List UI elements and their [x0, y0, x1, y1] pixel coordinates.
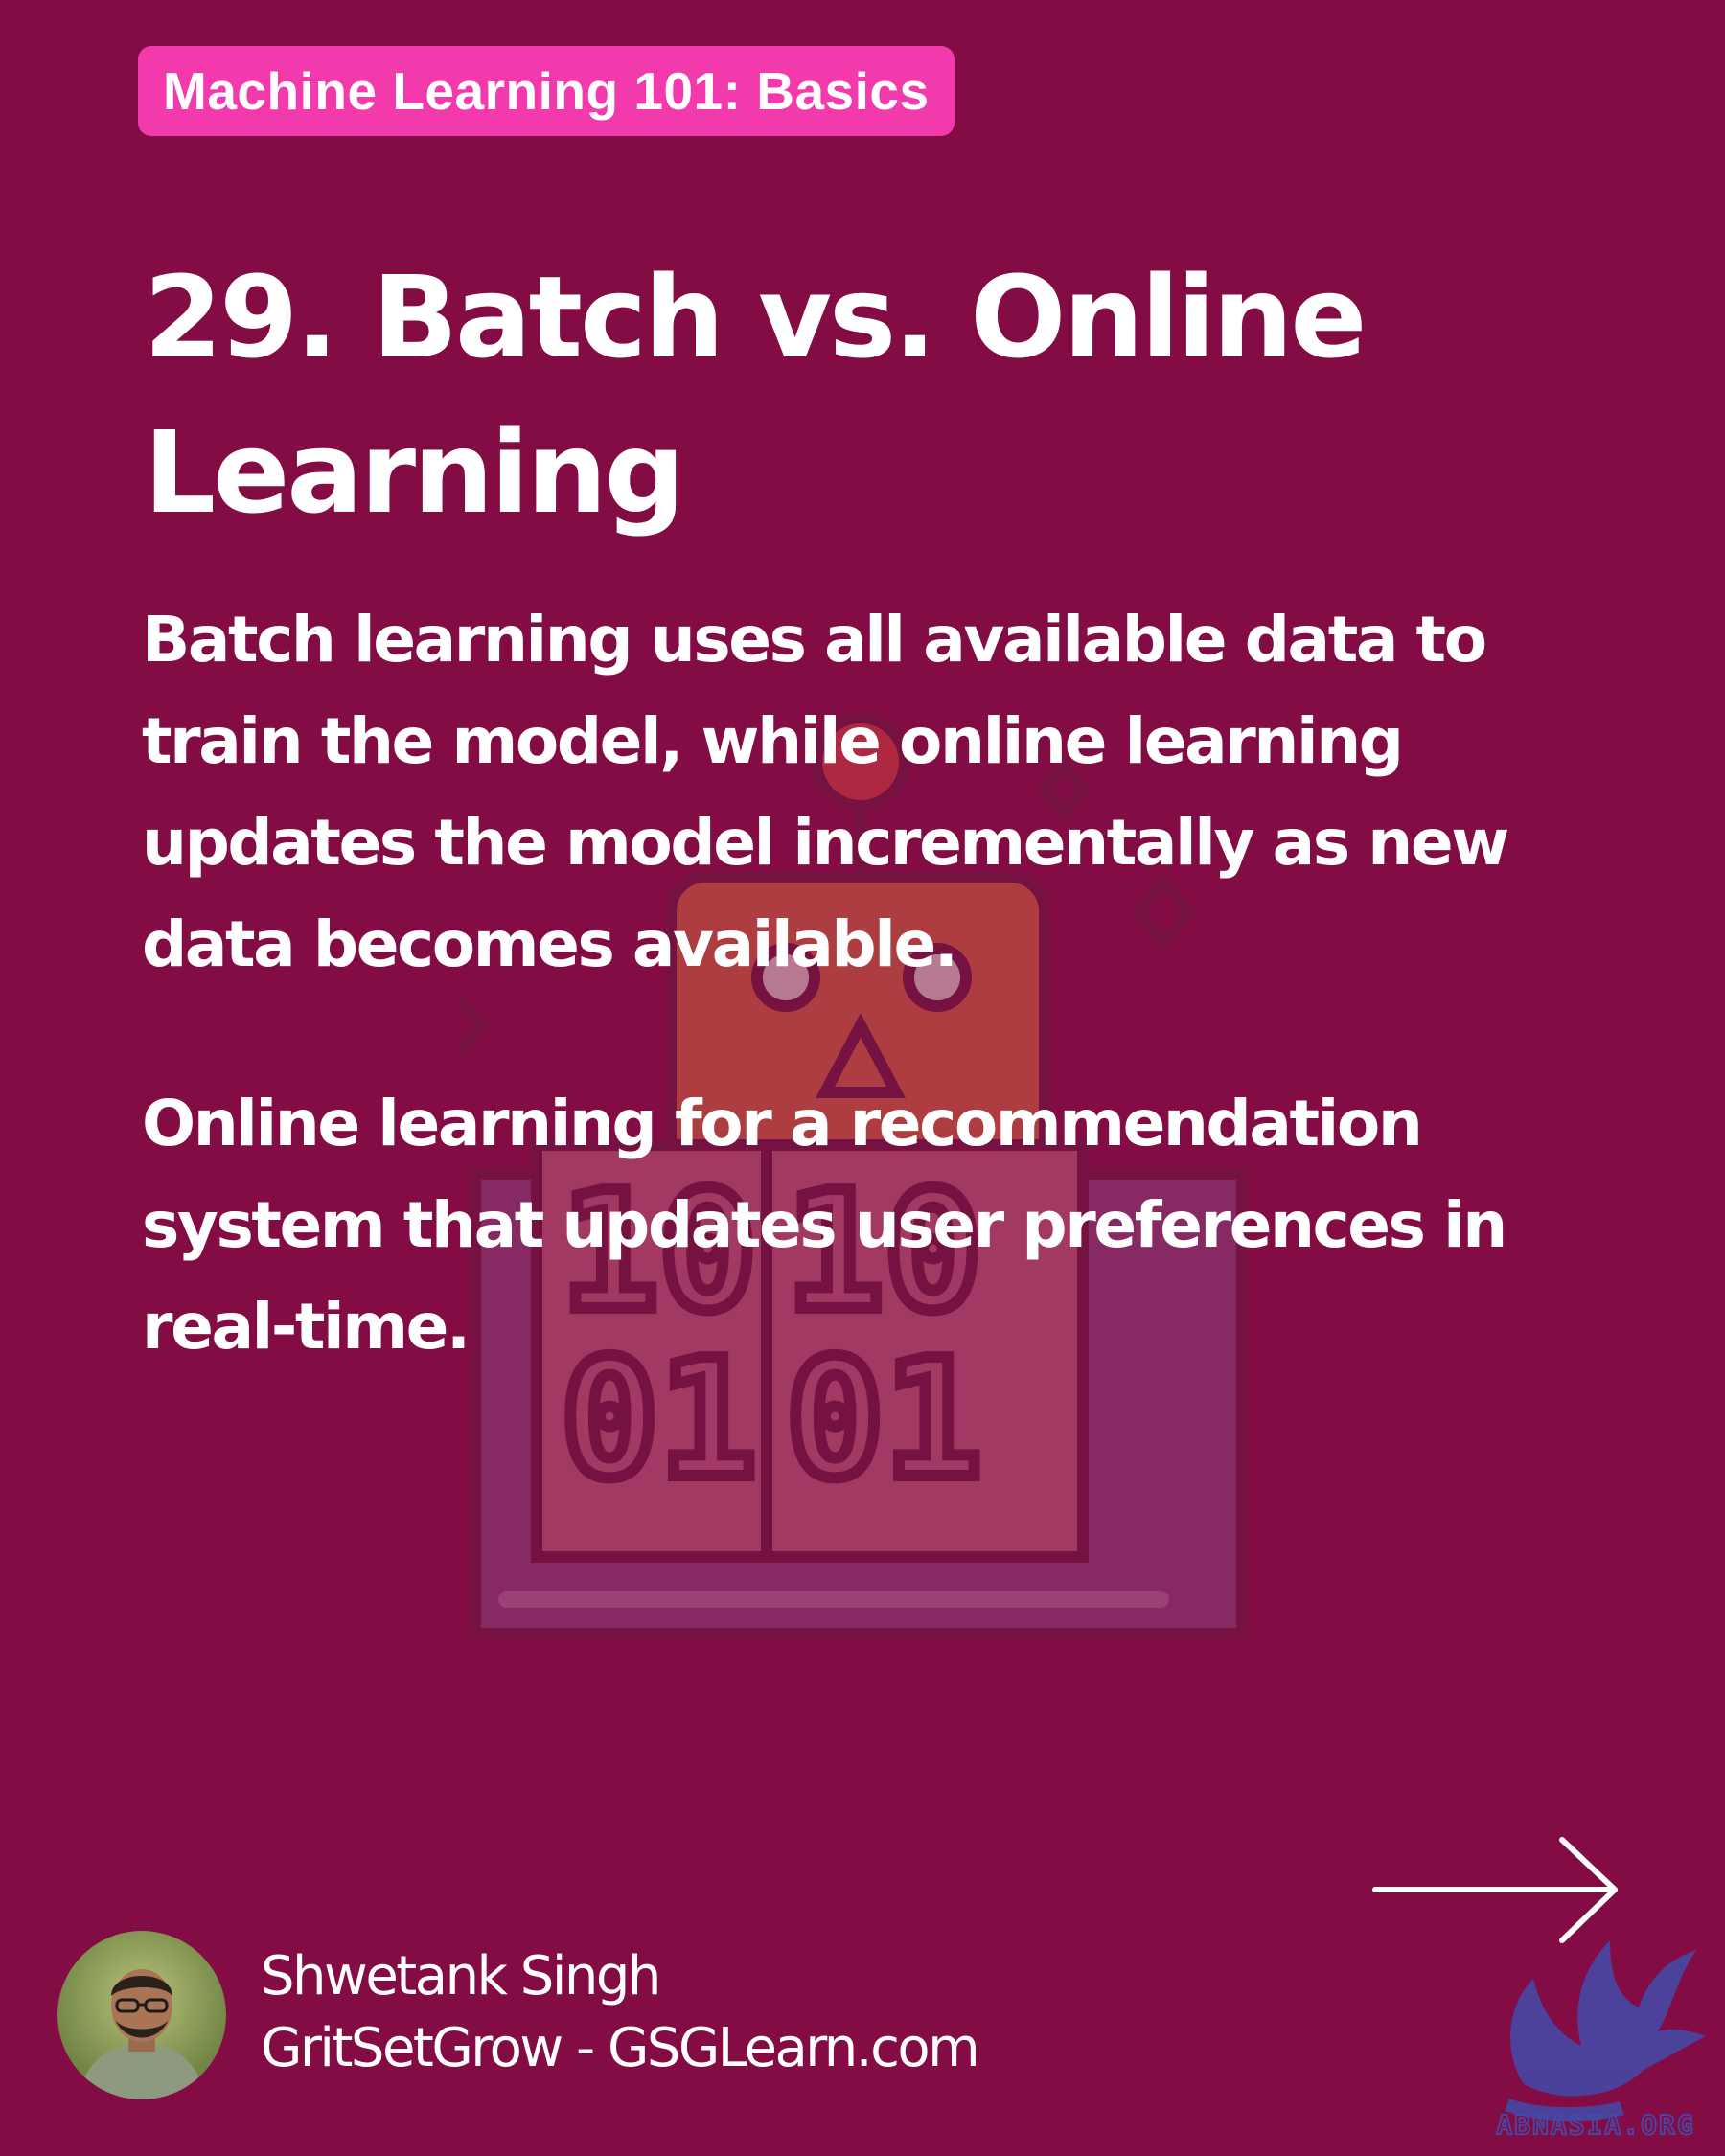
author-name: Shwetank Singh [261, 1945, 661, 2007]
author-site: GritSetGrow - GSGLearn.com [261, 2017, 980, 2079]
definition-paragraph: Batch learning uses all available data t… [142, 603, 1509, 981]
page-title: 29. Batch vs. Online Learning [144, 251, 1367, 539]
watermark-text: ABNASIA.ORG [1496, 2109, 1694, 2141]
arrow-right-icon[interactable] [1370, 1835, 1629, 1950]
example-paragraph: Online learning for a recommendation sys… [142, 1087, 1507, 1364]
slide: Machine Learning 101: Basics 10 10 01 01… [0, 0, 1725, 2156]
avatar [58, 1931, 226, 2099]
series-badge: Machine Learning 101: Basics [138, 46, 954, 136]
